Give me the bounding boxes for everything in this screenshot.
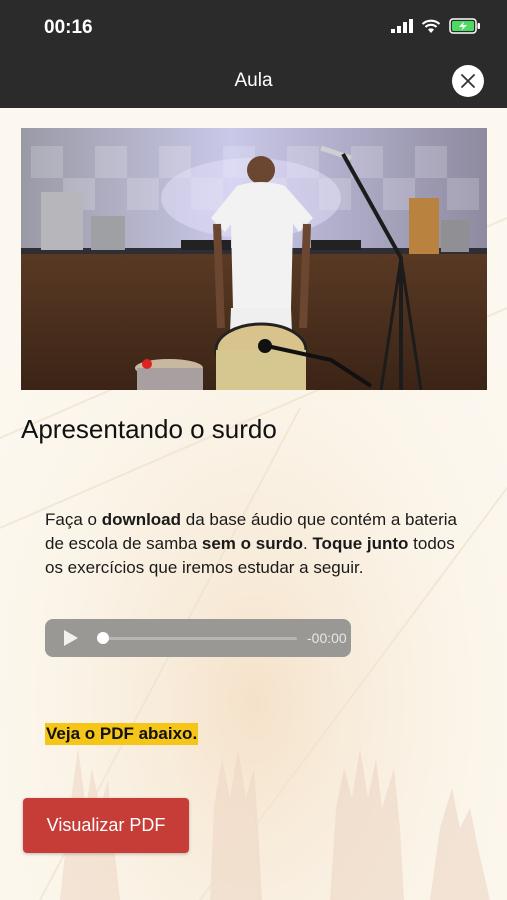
close-icon — [461, 74, 475, 88]
status-time: 00:16 — [44, 17, 93, 38]
audio-player[interactable]: -00:00 — [45, 619, 351, 657]
audio-time: -00:00 — [307, 630, 347, 646]
pdf-note: Veja o PDF abaixo. — [45, 723, 199, 745]
close-button[interactable] — [452, 65, 484, 97]
description-text: Faça o — [45, 510, 102, 529]
status-bar: 00:16 — [0, 0, 507, 56]
description-bold: sem o surdo — [201, 534, 303, 553]
audio-progress-track[interactable] — [101, 637, 297, 640]
signal-icon — [391, 19, 413, 33]
status-icons — [391, 18, 481, 34]
audio-progress-thumb[interactable] — [97, 632, 109, 644]
description-bold: Toque junto — [312, 534, 409, 553]
lesson-content[interactable]: Apresentando o surdo Faça o download da … — [0, 108, 507, 900]
battery-charging-icon — [449, 18, 480, 34]
nav-bar: Aula — [0, 56, 507, 108]
video-thumbnail — [21, 128, 487, 390]
view-pdf-button[interactable]: Visualizar PDF — [23, 798, 189, 853]
lesson-video[interactable] — [21, 128, 487, 390]
play-icon[interactable] — [63, 629, 79, 647]
lesson-title: Apresentando o surdo — [21, 414, 277, 444]
wifi-icon — [421, 19, 441, 33]
lesson-description: Faça o download da base áudio que contém… — [45, 508, 465, 580]
nav-title: Aula — [234, 70, 273, 91]
description-bold: download — [101, 510, 182, 529]
